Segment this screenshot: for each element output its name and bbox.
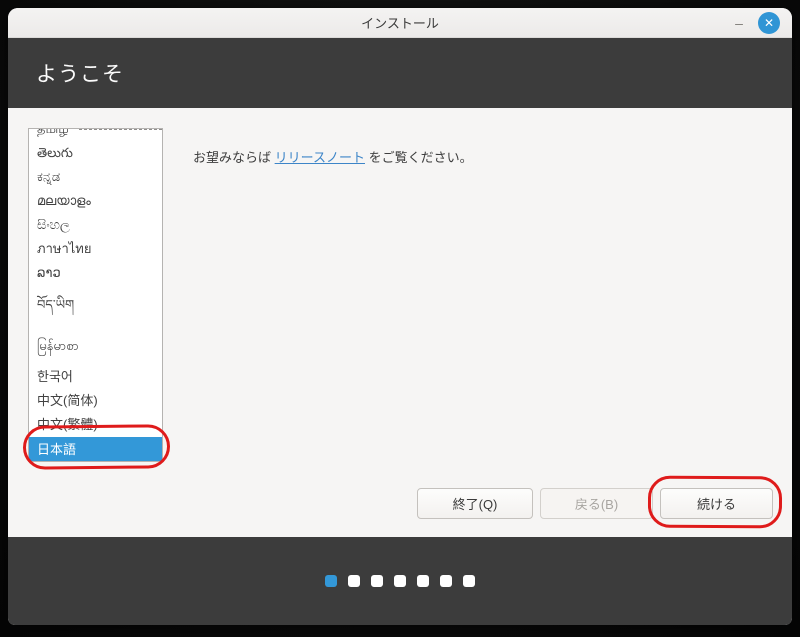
- language-item-selected[interactable]: 日本語: [29, 437, 162, 462]
- release-notes-link[interactable]: リリースノート: [275, 150, 365, 165]
- language-list[interactable]: தமிழ்తెలుగుಕನ್ನಡമലയാളംසිංහලภาษาไทยລາວབོད…: [28, 128, 163, 462]
- installer-window: インストール – ✕ ようこそ தமிழ்తెలుగుಕನ್ನಡമലയാളംසි…: [8, 8, 792, 625]
- close-button[interactable]: ✕: [758, 12, 780, 34]
- release-note-prefix: お望みならば: [193, 150, 275, 165]
- titlebar: インストール – ✕: [8, 8, 792, 38]
- language-item[interactable]: ಕನ್ನಡ: [29, 165, 162, 189]
- quit-button[interactable]: 終了(Q): [417, 488, 533, 519]
- page-dot: [394, 575, 406, 587]
- language-item[interactable]: 中文(繁體): [29, 413, 162, 437]
- language-item[interactable]: සිංහල: [29, 213, 162, 237]
- language-item[interactable]: བོད་ཡིག: [29, 285, 162, 321]
- window-title: インストール: [361, 13, 439, 32]
- content-area: தமிழ்తెలుగుಕನ್ನಡമലയാളംසිංහලภาษาไทยລາວབོད…: [8, 108, 792, 537]
- language-item[interactable]: 한국어: [29, 365, 162, 389]
- focus-dash-line: [79, 129, 162, 130]
- language-item[interactable]: తెలుగు: [29, 141, 162, 165]
- window-controls: – ✕: [733, 8, 780, 38]
- page-dot-active: [325, 575, 337, 587]
- page-dot: [440, 575, 452, 587]
- language-item[interactable]: ລາວ: [29, 261, 162, 285]
- page-dots: [325, 575, 475, 587]
- footer: [8, 537, 792, 625]
- page-dot: [348, 575, 360, 587]
- page-dot: [417, 575, 429, 587]
- language-item[interactable]: 中文(简体): [29, 389, 162, 413]
- release-note-suffix: をご覧ください。: [365, 150, 473, 165]
- page-dot: [463, 575, 475, 587]
- language-item[interactable]: မြန်မာစာ: [29, 321, 162, 365]
- minimize-button[interactable]: –: [733, 18, 745, 28]
- page-dot: [371, 575, 383, 587]
- close-icon: ✕: [764, 16, 774, 30]
- page-header: ようこそ: [8, 38, 792, 108]
- release-note-text: お望みならば リリースノート をご覧ください。: [193, 147, 473, 166]
- continue-button[interactable]: 続ける: [660, 488, 773, 519]
- language-item[interactable]: മലയാളം: [29, 189, 162, 213]
- language-item[interactable]: ภาษาไทย: [29, 237, 162, 261]
- page-title: ようこそ: [8, 58, 124, 88]
- back-button[interactable]: 戻る(B): [540, 488, 653, 519]
